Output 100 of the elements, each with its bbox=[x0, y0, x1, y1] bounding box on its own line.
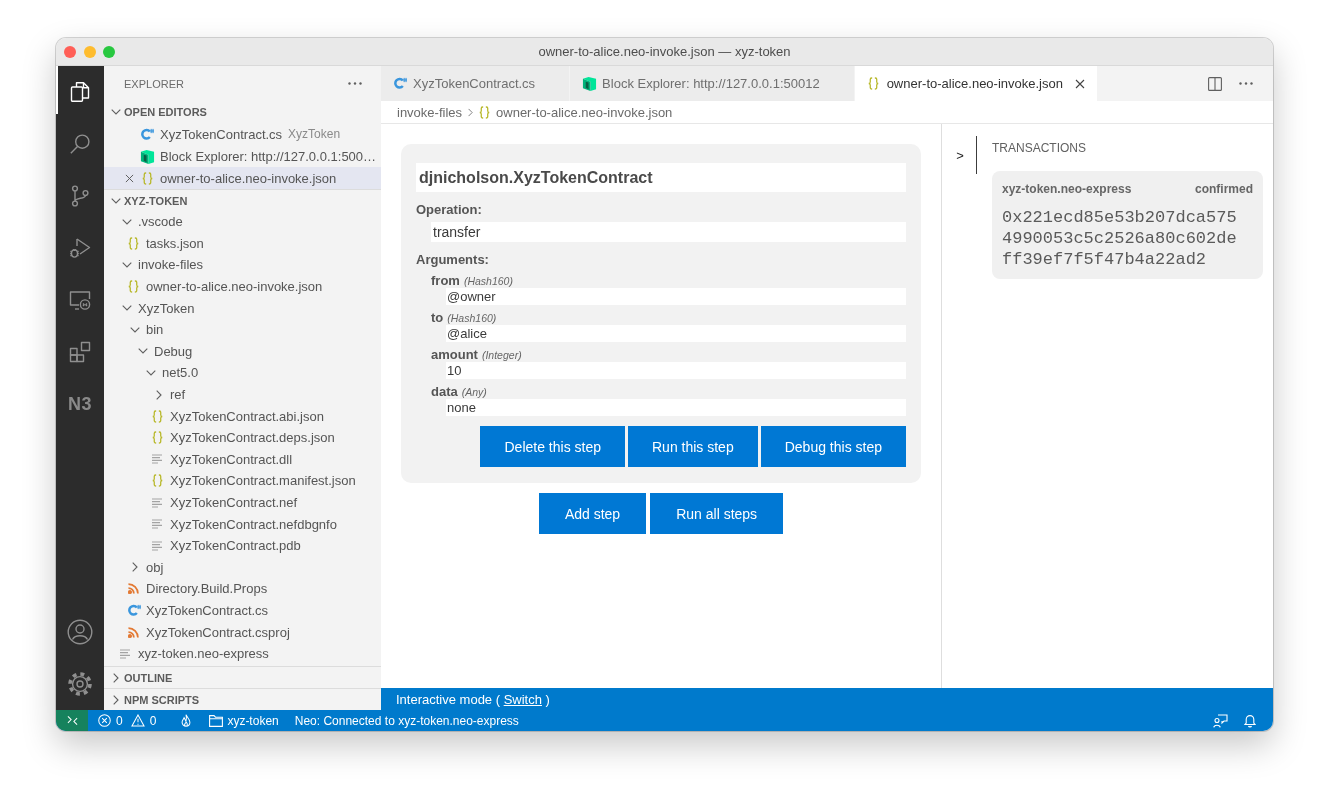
settings-icon[interactable] bbox=[67, 671, 93, 697]
argument-field[interactable]: 10 bbox=[446, 362, 906, 379]
more-icon[interactable] bbox=[348, 82, 362, 85]
file-item[interactable]: XyzTokenContract.nefdbgnfo bbox=[104, 513, 381, 535]
connection-status[interactable]: Neo: Connected to xyz-token.neo-express bbox=[294, 713, 519, 728]
editor-description: XyzToken bbox=[288, 127, 341, 141]
monitor-icon[interactable] bbox=[68, 288, 92, 312]
step-button[interactable]: Run this step bbox=[628, 426, 758, 467]
folder-item[interactable]: ref bbox=[104, 383, 381, 406]
csharp-icon bbox=[393, 77, 407, 90]
transaction-card[interactable]: xyz-token.neo-express confirmed 0x221ecd85e53b207dca5754990053c5c2526a80c602deff39ef7f5f47b4a22ad2 bbox=[992, 171, 1263, 279]
folder-button[interactable]: xyz-token bbox=[209, 713, 279, 728]
switch-link[interactable]: Switch bbox=[503, 691, 542, 707]
folder-item[interactable]: .vscode bbox=[104, 211, 381, 233]
problems-button[interactable]: 0 0 bbox=[98, 713, 160, 728]
file-item[interactable]: Directory.Build.Props bbox=[104, 578, 381, 600]
chevron-down-icon[interactable] bbox=[122, 262, 132, 268]
lines-icon bbox=[152, 497, 162, 508]
rss-icon bbox=[128, 583, 139, 595]
files-icon[interactable] bbox=[68, 80, 92, 104]
close-icon[interactable] bbox=[1074, 78, 1085, 89]
chevron-down-icon[interactable] bbox=[138, 348, 148, 355]
file-item[interactable]: XyzTokenContract.csproj bbox=[104, 621, 381, 643]
cube-icon bbox=[139, 148, 155, 164]
bell-icon[interactable] bbox=[1244, 713, 1256, 728]
folder-item[interactable]: net5.0 bbox=[104, 362, 381, 384]
open-editor-item[interactable]: Block Explorer: http://127.0.0.1:500… bbox=[104, 145, 381, 167]
section-header[interactable]: XYZ-TOKEN bbox=[104, 189, 381, 211]
argument-name: to bbox=[431, 310, 444, 325]
chevron-down-icon[interactable] bbox=[122, 305, 132, 312]
file-button[interactable]: Add step bbox=[538, 493, 647, 534]
chevron-down-icon[interactable] bbox=[110, 197, 121, 204]
run-debug-icon[interactable] bbox=[68, 236, 92, 260]
lines-icon bbox=[152, 454, 162, 465]
more-icon[interactable] bbox=[1239, 82, 1253, 85]
editor-tab[interactable]: Block Explorer: http://127.0.0.1:50012 bbox=[570, 66, 855, 101]
chevron-right-icon[interactable] bbox=[112, 694, 119, 705]
file-item[interactable]: XyzTokenContract.abi.json bbox=[104, 405, 381, 427]
section-header[interactable]: OUTLINE bbox=[104, 666, 381, 688]
argument-field[interactable]: none bbox=[446, 399, 906, 416]
chevron-down-icon[interactable] bbox=[146, 369, 156, 376]
close-icon[interactable] bbox=[124, 173, 134, 183]
file-item[interactable]: xyz-token.neo-express bbox=[104, 642, 381, 665]
file-item[interactable]: XyzTokenContract.dll bbox=[104, 448, 381, 471]
folder-item[interactable]: invoke-files bbox=[104, 254, 381, 276]
remote-button[interactable] bbox=[56, 710, 88, 731]
chevron-right-icon[interactable] bbox=[112, 672, 119, 683]
chevron-down-icon[interactable] bbox=[130, 326, 140, 333]
braces-icon bbox=[141, 171, 153, 185]
folder-item[interactable]: XyzToken bbox=[104, 297, 381, 319]
breadcrumb-item[interactable]: invoke-files bbox=[397, 104, 463, 120]
mode-text: Interactive mode ( Switch ) bbox=[396, 691, 550, 707]
lines-icon bbox=[152, 540, 162, 551]
folder-item[interactable]: obj bbox=[104, 556, 381, 579]
breadcrumb-item[interactable]: owner-to-alice.neo-invoke.json bbox=[479, 104, 673, 120]
extensions-icon[interactable] bbox=[68, 340, 92, 364]
file-item[interactable]: tasks.json bbox=[104, 232, 381, 255]
csharp-icon bbox=[128, 604, 141, 617]
operation-field[interactable]: transfer bbox=[431, 222, 906, 242]
split-editor-icon[interactable] bbox=[1208, 76, 1222, 91]
file-item[interactable]: XyzTokenContract.nef bbox=[104, 491, 381, 514]
section-header[interactable]: OPEN EDITORS bbox=[104, 101, 381, 123]
transactions-title: TRANSACTIONS bbox=[992, 140, 1087, 156]
csharp-icon bbox=[140, 127, 154, 141]
cube-icon bbox=[581, 76, 597, 91]
file-item[interactable]: owner-to-alice.neo-invoke.json bbox=[104, 275, 381, 298]
open-editor-item[interactable]: owner-to-alice.neo-invoke.json bbox=[104, 167, 381, 189]
chevron-right-icon[interactable] bbox=[132, 562, 138, 573]
contract-field[interactable]: djnicholson.XyzTokenContract bbox=[416, 163, 906, 192]
editor-tab[interactable]: owner-to-alice.neo-invoke.json bbox=[854, 66, 1098, 101]
transaction-status: confirmed bbox=[1195, 181, 1253, 197]
step-button[interactable]: Delete this step bbox=[480, 426, 625, 467]
argument-field[interactable]: @owner bbox=[446, 288, 906, 305]
argument-field[interactable]: @alice bbox=[446, 325, 906, 342]
file-item[interactable]: XyzTokenContract.cs bbox=[104, 599, 381, 622]
search-icon[interactable] bbox=[68, 132, 92, 156]
chevron-down-icon[interactable] bbox=[122, 218, 132, 225]
argument-type: (Hash160) bbox=[447, 311, 497, 324]
file-item[interactable]: XyzTokenContract.deps.json bbox=[104, 426, 381, 449]
panel-toggle[interactable]: > bbox=[942, 136, 977, 174]
file-item[interactable]: XyzTokenContract.pdb bbox=[104, 534, 381, 557]
file-button[interactable]: Run all steps bbox=[650, 493, 784, 534]
file-item[interactable]: XyzTokenContract.manifest.json bbox=[104, 470, 381, 492]
editor-tab[interactable]: XyzTokenContract.cs bbox=[381, 66, 571, 101]
lines-icon bbox=[120, 648, 130, 659]
argument-name: from bbox=[431, 273, 460, 288]
rss-icon bbox=[128, 626, 139, 638]
open-editor-item[interactable]: XyzTokenContract.cs XyzToken bbox=[104, 123, 381, 145]
lines-icon bbox=[152, 519, 162, 530]
chevron-right-icon[interactable] bbox=[156, 389, 162, 400]
flame-icon[interactable] bbox=[181, 714, 192, 727]
folder-item[interactable]: Debug bbox=[104, 340, 381, 363]
folder-item[interactable]: bin bbox=[104, 318, 381, 341]
chevron-down-icon[interactable] bbox=[110, 109, 121, 115]
activity-label[interactable]: N3 bbox=[68, 393, 92, 415]
feedback-icon[interactable] bbox=[1213, 713, 1228, 728]
arguments-label: Arguments: bbox=[416, 252, 490, 268]
sidebar-title: EXPLORER bbox=[124, 77, 184, 90]
step-button[interactable]: Debug this step bbox=[760, 426, 906, 467]
account-icon[interactable] bbox=[67, 619, 93, 645]
